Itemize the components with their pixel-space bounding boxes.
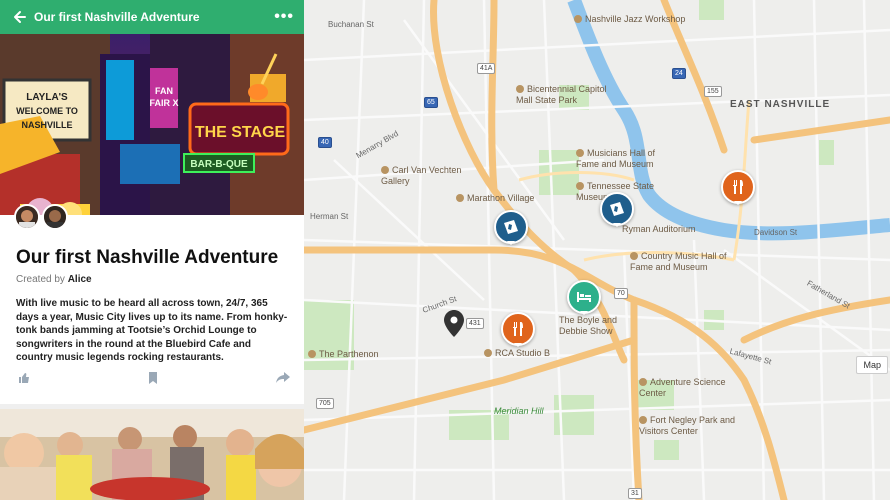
created-by: Created by Alice: [16, 274, 288, 285]
poi-label[interactable]: Nashville Jazz Workshop: [574, 14, 685, 25]
poi-label[interactable]: The Boyle and Debbie Show: [559, 315, 634, 336]
poi-label[interactable]: Fort Negley Park and Visitors Center: [639, 415, 739, 436]
created-prefix: Created by: [16, 274, 65, 285]
poi-label[interactable]: Marathon Village: [456, 193, 534, 204]
park-label: Meridian Hill: [494, 406, 544, 416]
svg-text:BAR-B-QUE: BAR-B-QUE: [190, 159, 248, 170]
action-bar: [18, 372, 290, 384]
route-shield: 705: [316, 398, 334, 409]
laylas-sign-text: LAYLA'S: [26, 92, 68, 103]
avatar[interactable]: [42, 204, 68, 230]
route-shield: 31: [628, 488, 642, 499]
route-shield: 40: [318, 137, 332, 148]
svg-text:THE STAGE: THE STAGE: [195, 124, 286, 141]
share-icon[interactable]: [276, 372, 290, 384]
route-shield: 41A: [477, 63, 496, 74]
fork-knife-icon: [733, 180, 743, 194]
ticket-icon: [504, 220, 518, 234]
district-label: EAST NASHVILLE: [730, 99, 831, 110]
map-base: [304, 0, 890, 500]
like-icon[interactable]: [18, 372, 30, 384]
svg-text:FAIR X: FAIR X: [149, 98, 178, 108]
svg-text:NASHVILLE: NASHVILLE: [21, 120, 72, 130]
poi-label[interactable]: Ryman Auditorium: [622, 224, 696, 235]
route-shield: 65: [424, 97, 438, 108]
more-options-icon[interactable]: •••: [274, 9, 294, 25]
author-name[interactable]: Alice: [68, 274, 92, 285]
poi-label[interactable]: The Parthenon: [308, 349, 379, 360]
adventure-description: With live music to be heard all across t…: [16, 298, 288, 363]
map-view[interactable]: EAST NASHVILLE Nashville Jazz Workshop B…: [304, 0, 890, 500]
music-venue-pin[interactable]: [494, 210, 528, 245]
road-label: Buchanan St: [328, 20, 374, 29]
route-shield: 155: [704, 86, 722, 97]
fork-knife-icon: [513, 322, 523, 336]
route-shield: 24: [672, 68, 686, 79]
bed-icon: [577, 292, 591, 302]
adventure-panel: Our first Nashville Adventure ••• LAYLA'…: [0, 0, 304, 500]
music-venue-pin[interactable]: [600, 192, 634, 227]
back-arrow-icon[interactable]: [12, 9, 28, 25]
route-shield: 431: [466, 318, 484, 329]
restaurant-pin[interactable]: [501, 312, 535, 347]
location-marker-icon[interactable]: [444, 310, 464, 337]
svg-text:WELCOME TO: WELCOME TO: [16, 106, 78, 116]
road-label: Herman St: [310, 212, 349, 221]
poi-label[interactable]: Adventure Science Center: [639, 377, 739, 398]
poi-label[interactable]: Country Music Hall of Fame and Museum: [630, 251, 740, 272]
restaurant-pin[interactable]: [721, 170, 755, 205]
poi-label[interactable]: Musicians Hall of Fame and Museum: [576, 148, 676, 169]
avatar[interactable]: [14, 204, 40, 230]
route-shield: 70: [614, 288, 628, 299]
hero-image: LAYLA'S WELCOME TO NASHVILLE THE STAGE B…: [0, 34, 304, 215]
poi-label[interactable]: Bicentennial Capitol Mall State Park: [516, 84, 611, 105]
map-type-button[interactable]: Map: [856, 356, 888, 374]
hotel-pin[interactable]: [567, 280, 601, 315]
poi-label[interactable]: Carl Van Vechten Gallery: [381, 165, 476, 186]
header-bar: Our first Nashville Adventure •••: [0, 0, 304, 34]
adventure-title: Our first Nashville Adventure: [16, 247, 279, 268]
group-photo: [0, 409, 304, 500]
svg-text:FAN: FAN: [155, 86, 173, 96]
author-avatars: [14, 204, 68, 230]
header-title: Our first Nashville Adventure: [34, 10, 200, 24]
bookmark-icon[interactable]: [148, 372, 158, 384]
road-label: Davidson St: [754, 228, 798, 237]
ticket-icon: [610, 202, 624, 216]
